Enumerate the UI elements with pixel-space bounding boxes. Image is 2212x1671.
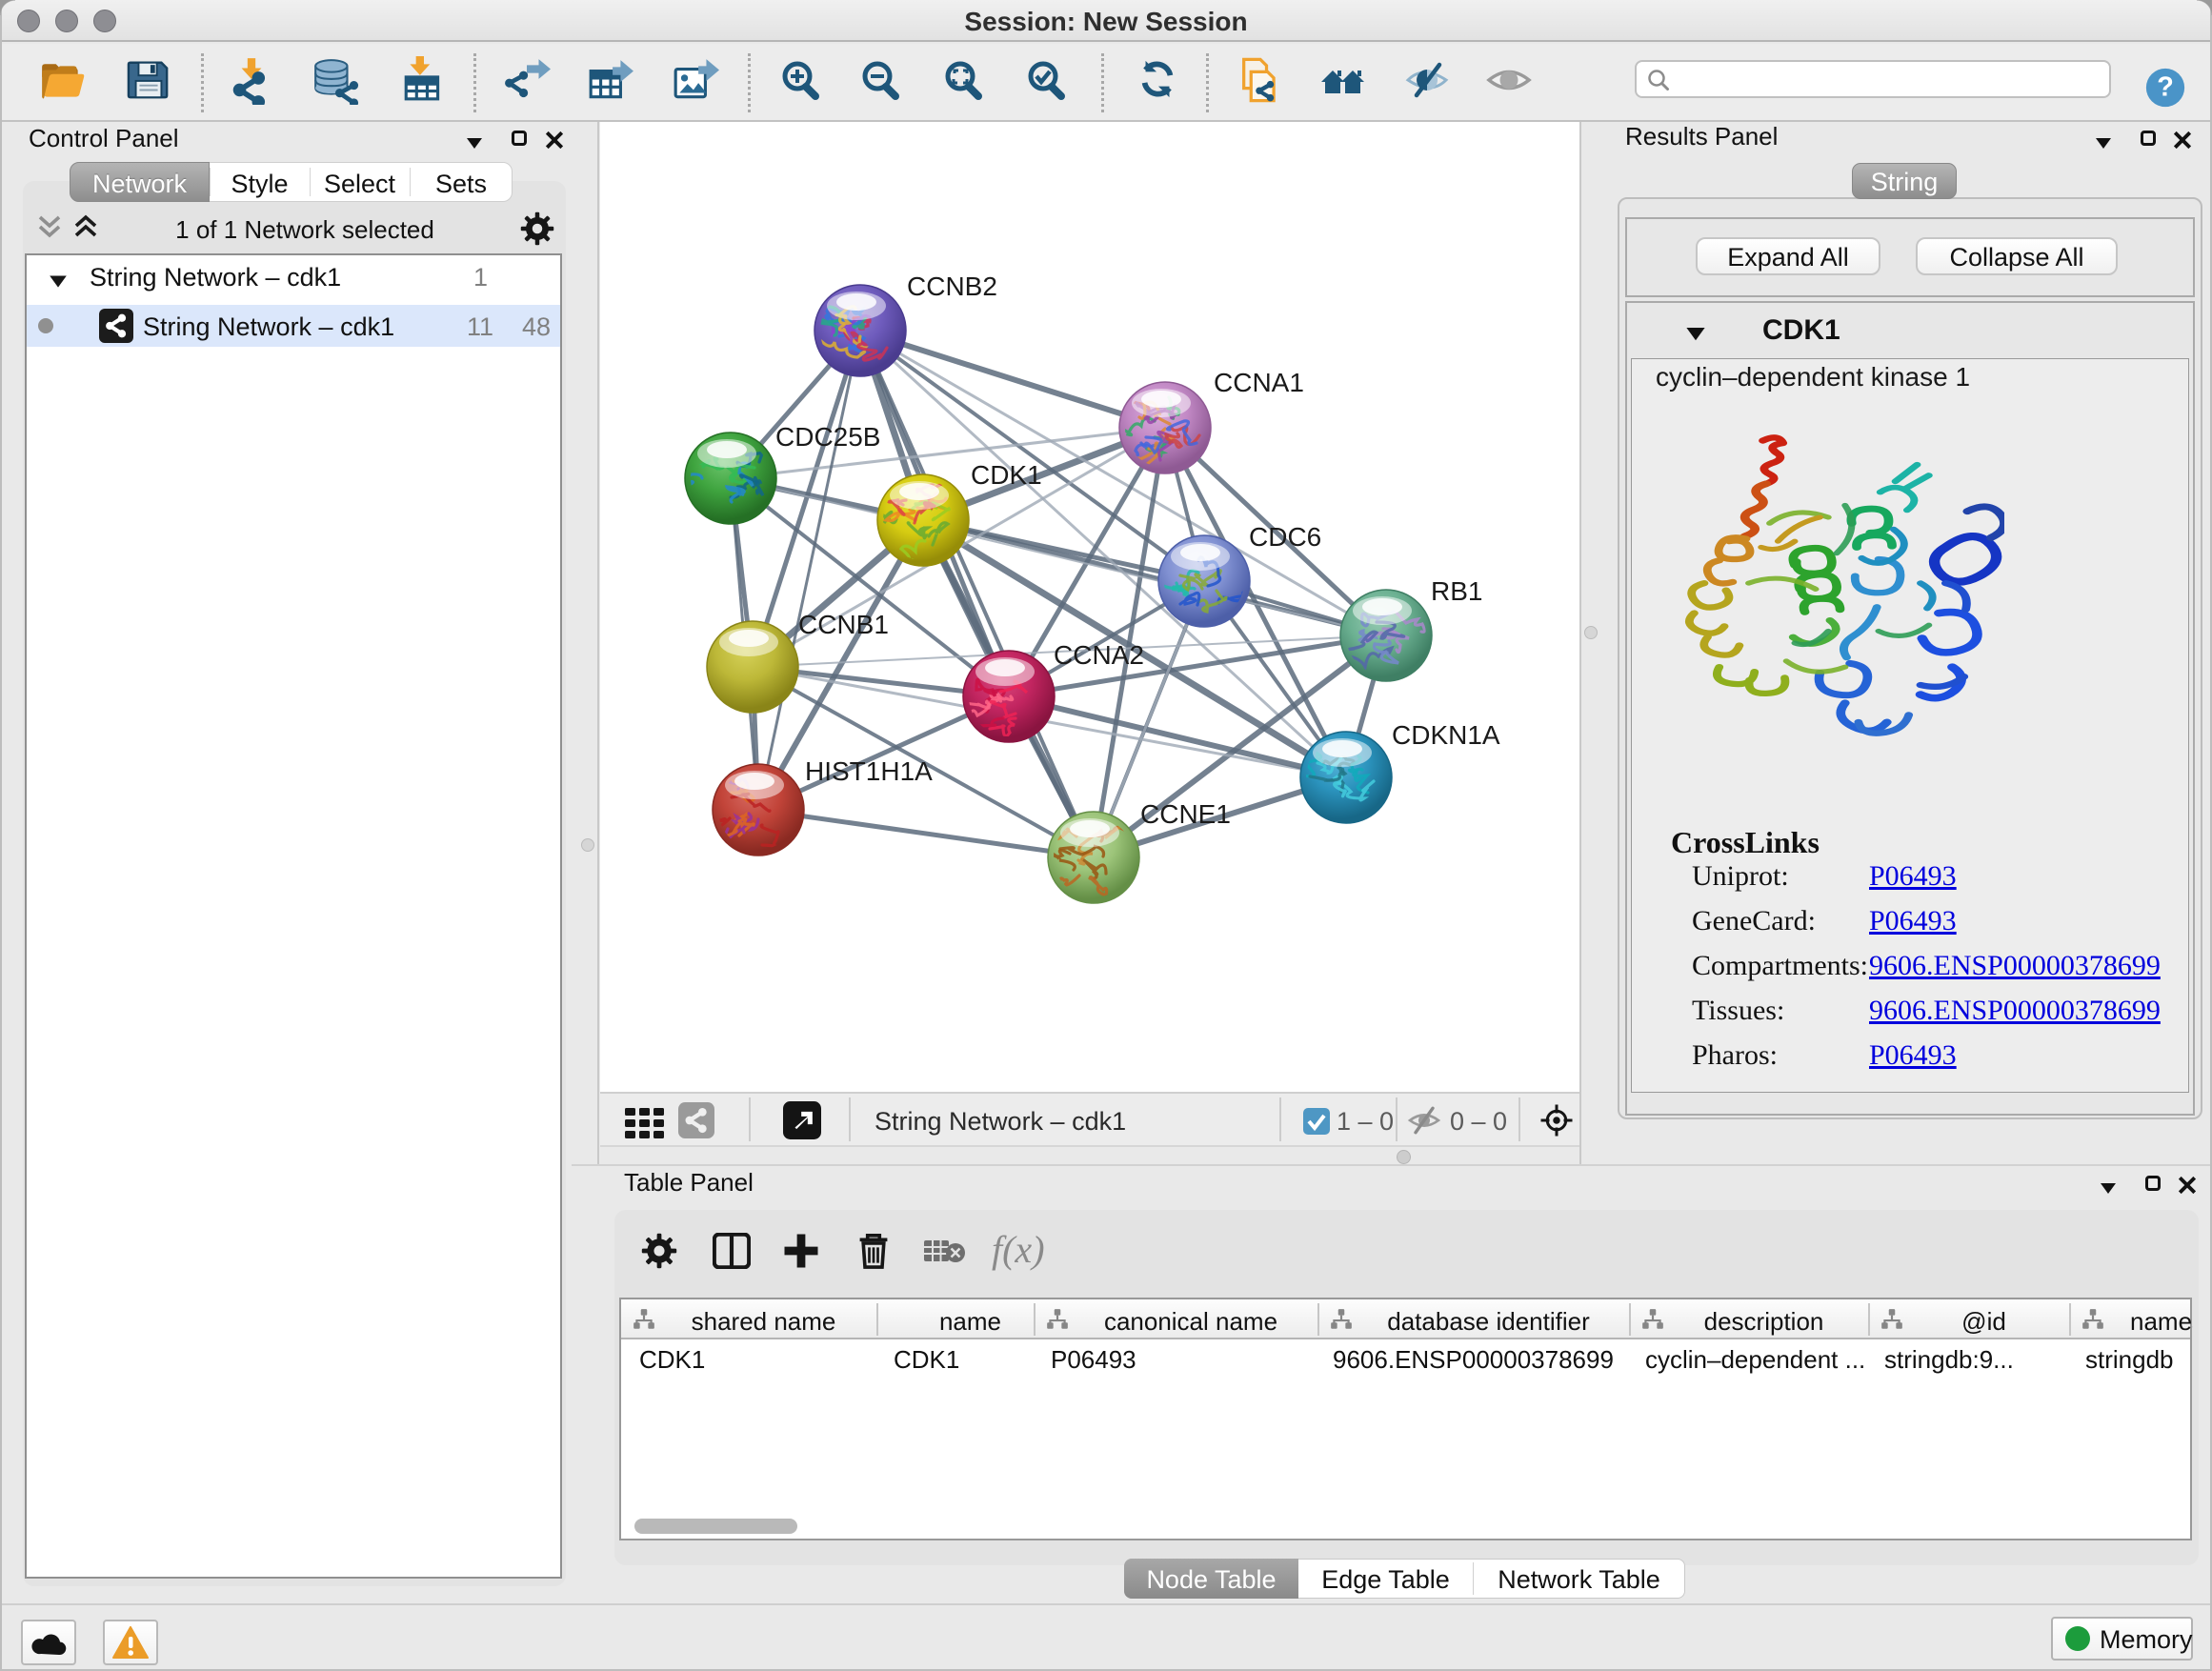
svg-text:CDKN1A: CDKN1A — [1392, 720, 1500, 750]
svg-text:CCNA2: CCNA2 — [1054, 640, 1144, 670]
svg-text:HIST1H1A: HIST1H1A — [805, 756, 933, 786]
svg-text:CCNB2: CCNB2 — [907, 272, 997, 301]
svg-text:CCNE1: CCNE1 — [1140, 799, 1231, 829]
svg-text:CDC6: CDC6 — [1249, 522, 1321, 552]
svg-text:CDK1: CDK1 — [971, 460, 1042, 490]
svg-text:CCNB1: CCNB1 — [798, 610, 889, 639]
svg-text:?: ? — [2157, 72, 2174, 103]
svg-text:RB1: RB1 — [1431, 576, 1482, 606]
svg-text:CDC25B: CDC25B — [775, 422, 880, 452]
svg-text:CCNA1: CCNA1 — [1214, 368, 1304, 397]
